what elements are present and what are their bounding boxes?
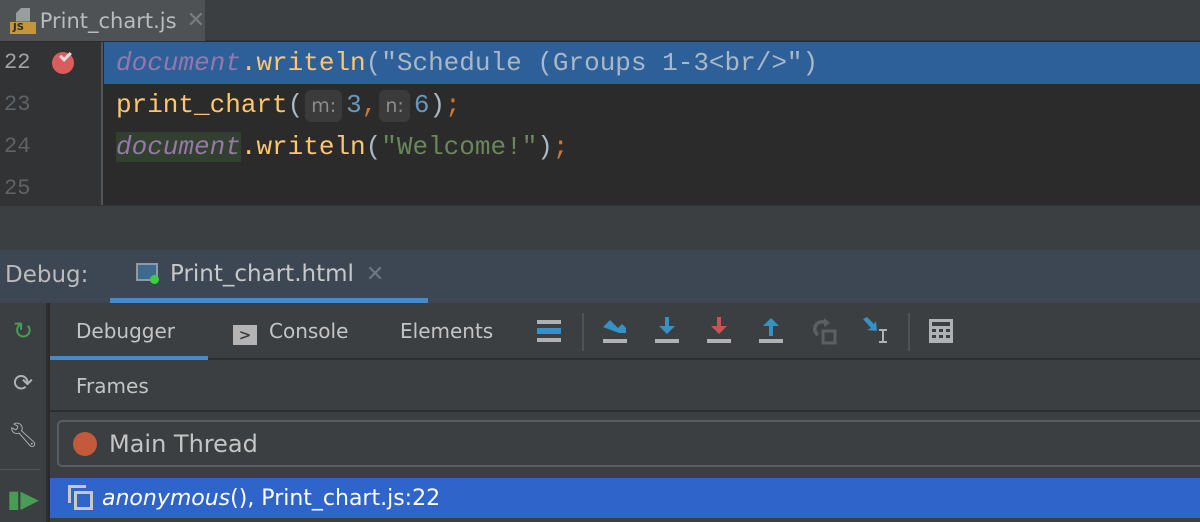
force-step-into-icon[interactable]	[706, 315, 734, 347]
tab-filename: Print_chart.js	[39, 8, 177, 33]
code-line-24[interactable]: document.writeln("Welcome!");	[104, 126, 1200, 168]
run-to-cursor-icon[interactable]	[862, 315, 890, 347]
debug-side-toolbar: ↻ ⟳ 🔧︎ ▮▶	[0, 303, 48, 522]
separator	[0, 469, 40, 470]
debug-header: Debug: Print_chart.html ✕	[0, 250, 1200, 303]
line-number: 24	[4, 134, 31, 159]
thread-status-icon	[73, 431, 97, 456]
tab-debugger[interactable]: Debugger	[50, 303, 208, 360]
gutter: 22 23 24 25	[0, 42, 103, 205]
drop-frame-icon[interactable]	[810, 315, 838, 347]
close-session-icon[interactable]: ✕	[366, 262, 384, 287]
divider	[0, 205, 1200, 250]
code-line-23[interactable]: print_chart(m: 3, n: 6);	[104, 84, 1200, 126]
thread-selector[interactable]: Main Thread	[57, 420, 1200, 467]
step-over-icon[interactable]	[602, 315, 630, 347]
step-out-icon[interactable]	[758, 315, 786, 347]
js-file-icon: JS	[10, 7, 36, 34]
param-hint: m:	[305, 90, 343, 122]
close-tab-icon[interactable]: ✕	[187, 8, 205, 33]
breakpoint-icon[interactable]	[52, 52, 74, 74]
console-icon: >	[233, 325, 257, 345]
evaluate-expression-icon[interactable]	[928, 315, 956, 347]
frame-icon	[68, 485, 94, 511]
code-line-22[interactable]: document.writeln("Schedule (Groups 1-3<b…	[104, 42, 1200, 84]
tab-elements[interactable]: Elements	[400, 303, 493, 360]
editor-tab-bar: JS Print_chart.js ✕	[0, 0, 1200, 41]
line-number: 25	[4, 176, 31, 201]
step-into-icon[interactable]	[654, 315, 682, 347]
debug-session-tab[interactable]: Print_chart.html ✕	[110, 250, 428, 303]
line-number: 23	[4, 92, 31, 117]
line-number: 22	[4, 50, 31, 75]
tab-console[interactable]: > Console	[233, 303, 348, 360]
debug-label: Debug:	[5, 262, 89, 288]
debugger-toolbar: Debugger > Console Elements	[50, 303, 1200, 360]
refresh-icon[interactable]: ⟳	[0, 369, 46, 397]
resume-icon[interactable]: ▮▶	[0, 485, 46, 513]
editor-tab-print-chart-js[interactable]: JS Print_chart.js ✕	[0, 0, 205, 41]
browser-window-icon	[136, 261, 162, 287]
separator	[582, 313, 584, 351]
rerun-icon[interactable]: ↻	[0, 317, 46, 345]
param-hint: n:	[379, 90, 410, 122]
frames-header: Frames	[50, 360, 1200, 412]
layout-icon[interactable]	[536, 315, 564, 347]
code-editor[interactable]: 22 23 24 25 document.writeln("Schedule (…	[0, 42, 1200, 205]
separator	[908, 313, 910, 351]
stack-frame-item[interactable]: anonymous (), Print_chart.js:22	[50, 478, 1200, 518]
wrench-icon[interactable]: 🔧︎	[0, 421, 46, 449]
